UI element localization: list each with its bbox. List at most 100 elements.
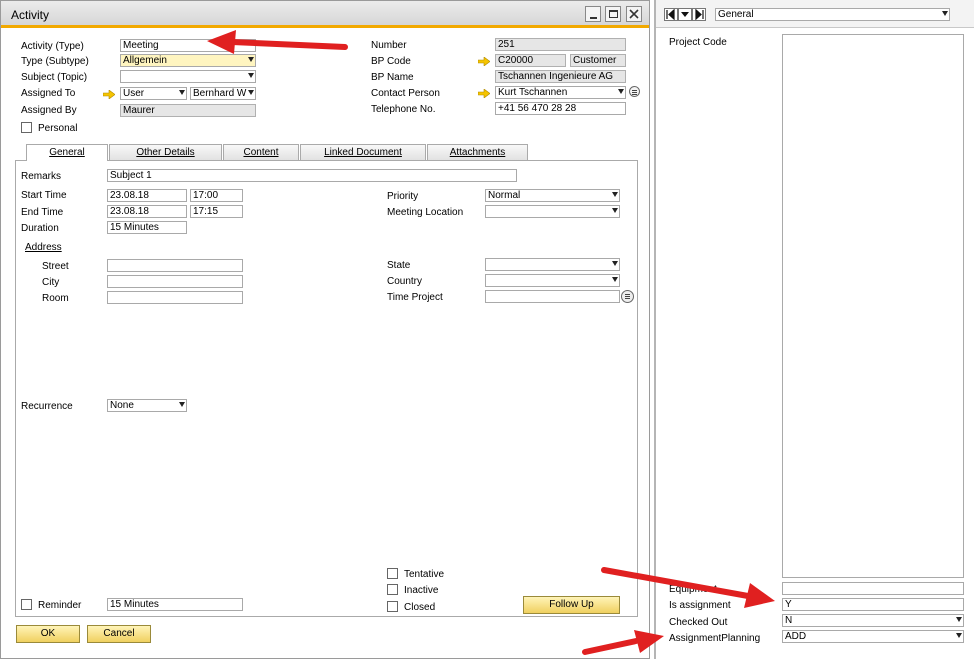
window-title: Activity <box>11 8 50 22</box>
assigned-by-field: Maurer <box>120 104 256 117</box>
contact-person-select[interactable]: Kurt Tschannen <box>495 86 626 99</box>
priority-value: Normal <box>488 190 521 201</box>
minimize-button[interactable] <box>585 6 601 22</box>
start-time-field[interactable]: 17:00 <box>190 189 243 202</box>
duration-field[interactable]: 15 Minutes <box>107 221 187 234</box>
activity-type-field[interactable]: Meeting <box>120 39 256 52</box>
close-button[interactable] <box>626 6 642 22</box>
personal-checkbox[interactable] <box>21 122 32 133</box>
time-project-field[interactable] <box>485 290 620 303</box>
assigned-by-value: Maurer <box>123 105 155 116</box>
inactive-checkbox[interactable] <box>387 584 398 595</box>
number-field: 251 <box>495 38 626 51</box>
activity-type-label: Activity (Type) <box>21 41 84 52</box>
dropdown-category-button[interactable] <box>678 8 692 21</box>
end-date-field[interactable]: 23.08.18 <box>107 205 187 218</box>
tab-general[interactable]: General <box>26 144 108 161</box>
caret-left-icon <box>666 8 675 21</box>
street-label: Street <box>42 261 69 272</box>
bp-name-value: Tschannen Ingenieure AG <box>498 71 614 82</box>
chevron-down-icon <box>248 57 254 62</box>
is-assignment-field[interactable]: Y <box>782 598 964 611</box>
bp-name-field: Tschannen Ingenieure AG <box>495 70 626 83</box>
number-value: 251 <box>498 39 515 50</box>
equipment-field[interactable] <box>782 582 964 595</box>
room-field[interactable] <box>107 291 243 304</box>
tab-content[interactable]: Content <box>223 144 299 160</box>
activity-window: Activity Activity (Type) Meeting Type (S… <box>0 0 650 659</box>
state-label: State <box>387 260 411 271</box>
maximize-icon <box>609 10 618 18</box>
prev-category-button[interactable] <box>664 8 678 21</box>
priority-select[interactable]: Normal <box>485 189 620 202</box>
telephone-field[interactable]: +41 56 470 28 28 <box>495 102 626 115</box>
recurrence-label: Recurrence <box>21 401 73 412</box>
assigned-to-label: Assigned To <box>21 88 76 99</box>
closed-checkbox[interactable] <box>387 601 398 612</box>
tentative-checkbox[interactable] <box>387 568 398 579</box>
remarks-field[interactable]: Subject 1 <box>107 169 517 182</box>
cancel-button[interactable]: Cancel <box>87 625 151 643</box>
link-arrow-icon[interactable] <box>478 89 490 98</box>
end-date-value: 23.08.18 <box>110 206 149 217</box>
telephone-value: +41 56 470 28 28 <box>498 103 577 114</box>
priority-label: Priority <box>387 191 419 202</box>
ok-button[interactable]: OK <box>16 625 80 643</box>
end-time-field[interactable]: 17:15 <box>190 205 243 218</box>
list-button-icon[interactable] <box>629 86 640 97</box>
subject-select[interactable] <box>120 70 256 83</box>
type-subtype-value: Allgemein <box>123 55 167 66</box>
follow-up-button[interactable]: Follow Up <box>523 596 620 614</box>
tab-other-details[interactable]: Other Details <box>109 144 222 160</box>
state-select[interactable] <box>485 258 620 271</box>
title-bar[interactable]: Activity <box>1 1 649 28</box>
city-label: City <box>42 277 60 288</box>
link-arrow-icon[interactable] <box>103 90 115 99</box>
bp-name-label: BP Name <box>371 72 414 83</box>
meeting-location-select[interactable] <box>485 205 620 218</box>
bp-code-field[interactable]: C20000 <box>495 54 566 67</box>
chevron-down-icon <box>956 617 962 622</box>
reminder-field[interactable]: 15 Minutes <box>107 598 243 611</box>
equipment-label: Equipment <box>669 584 717 595</box>
category-select[interactable]: General <box>715 8 950 21</box>
project-code-label: Project Code <box>669 37 727 48</box>
country-label: Country <box>387 276 423 287</box>
inactive-label: Inactive <box>404 585 439 596</box>
chevron-down-icon <box>179 90 185 95</box>
duration-value: 15 Minutes <box>110 222 159 233</box>
street-field[interactable] <box>107 259 243 272</box>
assigned-to-value: Bernhard W <box>193 88 247 99</box>
maximize-button[interactable] <box>605 6 621 22</box>
list-button-icon[interactable] <box>621 290 634 303</box>
country-select[interactable] <box>485 274 620 287</box>
reminder-checkbox[interactable] <box>21 599 32 610</box>
recurrence-select[interactable]: None <box>107 399 187 412</box>
assigned-to-kind-select[interactable]: User <box>120 87 187 100</box>
contact-person-value: Kurt Tschannen <box>498 87 568 98</box>
type-subtype-select[interactable]: Allgemein <box>120 54 256 67</box>
number-label: Number <box>371 40 407 51</box>
assigned-to-select[interactable]: Bernhard W <box>190 87 256 100</box>
chevron-down-icon <box>942 11 948 16</box>
end-time-value: 17:15 <box>193 206 219 217</box>
tab-attachments[interactable]: Attachments <box>427 144 528 160</box>
link-arrow-icon[interactable] <box>478 57 490 66</box>
chevron-down-icon <box>248 73 254 78</box>
chevron-down-icon <box>612 192 618 197</box>
contact-person-label: Contact Person <box>371 88 440 99</box>
assignment-planning-select[interactable]: ADD <box>782 630 964 643</box>
chevron-down-icon <box>618 89 624 94</box>
project-code-textarea[interactable] <box>782 34 964 578</box>
tab-linked-document[interactable]: Linked Document <box>300 144 426 160</box>
checked-out-select[interactable]: N <box>782 614 964 627</box>
start-date-field[interactable]: 23.08.18 <box>107 189 187 202</box>
next-category-button[interactable] <box>692 8 706 21</box>
checked-out-label: Checked Out <box>669 617 728 628</box>
telephone-label: Telephone No. <box>371 104 436 115</box>
caret-down-icon <box>681 12 689 17</box>
close-icon <box>629 9 639 19</box>
chevron-down-icon <box>612 261 618 266</box>
city-field[interactable] <box>107 275 243 288</box>
bp-type-value: Customer <box>573 55 617 66</box>
